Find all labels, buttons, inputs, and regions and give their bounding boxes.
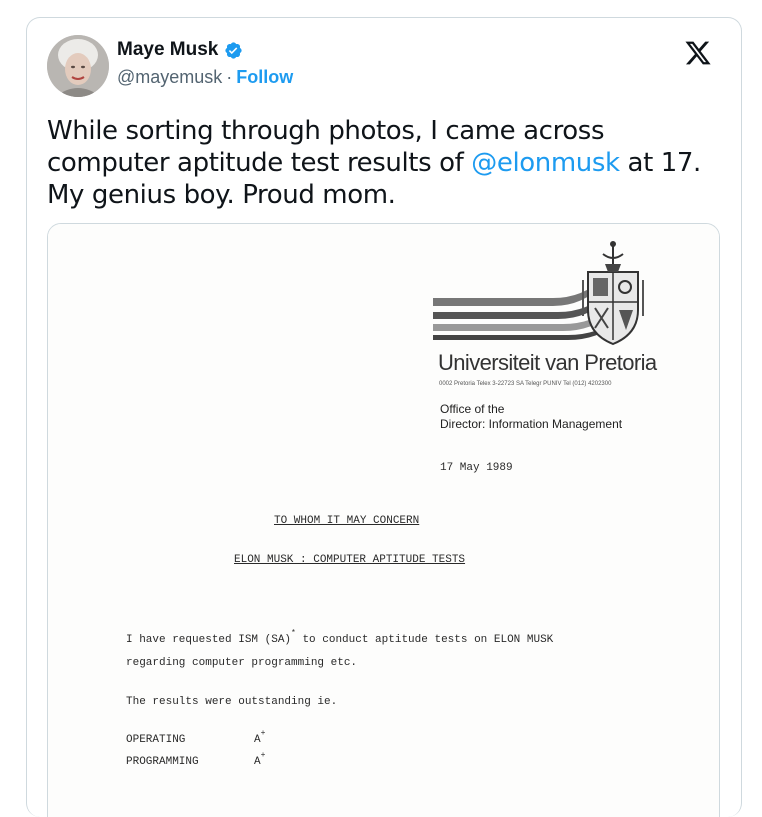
para1-part-b: to conduct aptitude tests on ELON MUSK xyxy=(295,634,554,646)
verified-badge-icon xyxy=(225,41,242,59)
result-label: OPERATING xyxy=(126,734,186,746)
display-name[interactable]: Maye Musk xyxy=(117,39,218,61)
result-row-operating: OPERATING A+ xyxy=(126,729,265,746)
letter-heading-concern: TO WHOM IT MAY CONCERN xyxy=(274,515,420,527)
letter-paragraph-2: The results were outstanding ie. xyxy=(126,696,338,708)
university-logo-icon xyxy=(433,241,644,346)
letter-date: 17 May 1989 xyxy=(440,462,513,474)
handle[interactable]: @mayemusk xyxy=(117,67,222,88)
result-label: PROGRAMMING xyxy=(126,756,199,768)
result-row-programming: PROGRAMMING A+ xyxy=(126,751,265,768)
result-grade: A+ xyxy=(254,729,266,746)
follow-button[interactable]: Follow xyxy=(236,67,293,88)
tweet-card: Maye Musk @mayemusk · Follow While sorti… xyxy=(26,17,742,817)
office-line-2: Director: Information Management xyxy=(440,417,623,431)
para1-part-a: I have requested ISM (SA) xyxy=(126,634,292,646)
avatar[interactable] xyxy=(47,35,109,97)
scanned-letter: Universiteit van Pretoria 0002 Pretoria … xyxy=(48,224,719,817)
letter-heading-subject: ELON MUSK : COMPUTER APTITUDE TESTS xyxy=(234,554,466,566)
mention-link[interactable]: @elonmusk xyxy=(471,148,620,178)
separator-dot: · xyxy=(226,67,233,87)
office-line-1: Office of the xyxy=(440,402,505,416)
tweet-text: While sorting through photos, I came acr… xyxy=(47,115,727,211)
office-block: Office of the Director: Information Mana… xyxy=(440,402,622,432)
para1-line-2: regarding computer programming etc. xyxy=(126,657,358,669)
tweet-media-image[interactable]: Universiteit van Pretoria 0002 Pretoria … xyxy=(47,223,720,817)
result-grade: A+ xyxy=(254,751,266,768)
letter-paragraph-1: I have requested ISM (SA)* to conduct ap… xyxy=(126,629,553,674)
university-name: Universiteit van Pretoria xyxy=(438,350,657,375)
para1-asterisk: * xyxy=(291,629,296,638)
x-logo-icon[interactable] xyxy=(683,39,713,67)
author-names: Maye Musk @mayemusk · Follow xyxy=(117,37,293,88)
tweet-header: Maye Musk @mayemusk · Follow xyxy=(47,32,717,97)
university-address: 0002 Pretoria Telex 3-22723 SA Telegr PU… xyxy=(439,381,612,387)
